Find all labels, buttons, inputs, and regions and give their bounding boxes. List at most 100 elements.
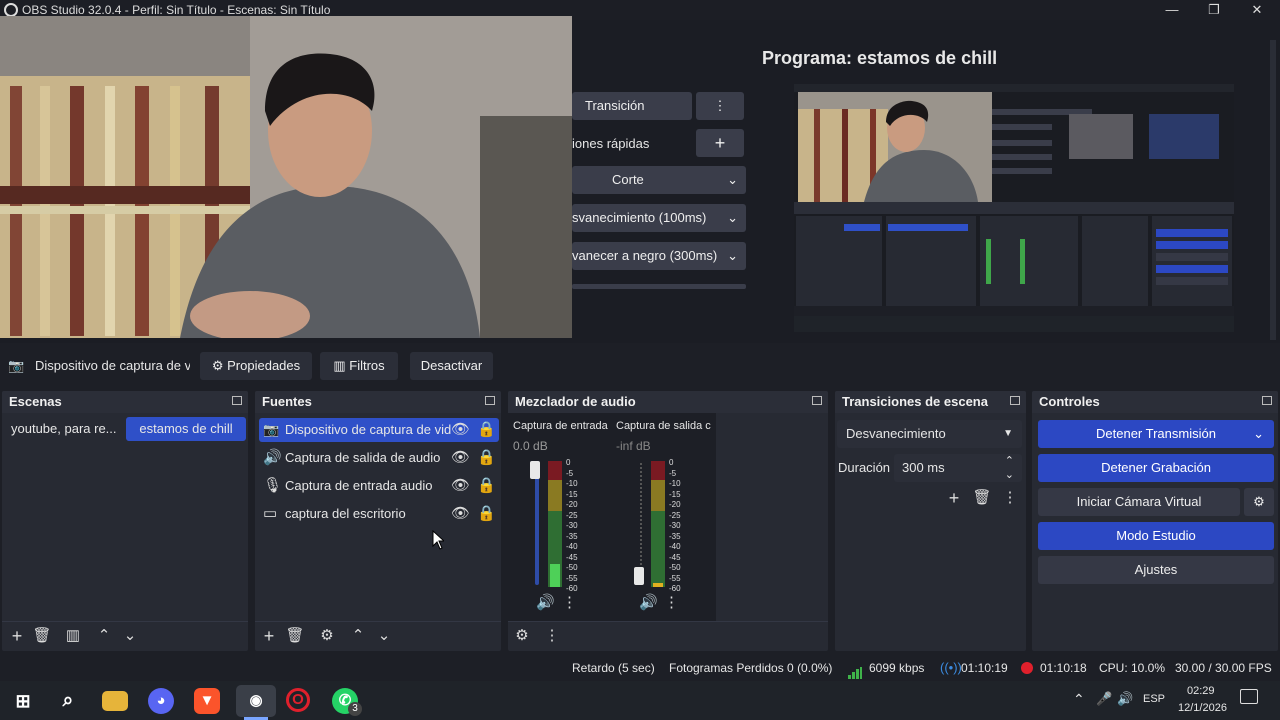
meter-tick-label: -20	[566, 500, 578, 509]
speaker-icon[interactable]: 🔊	[536, 593, 555, 613]
move-up-icon[interactable]: ⌃	[348, 626, 368, 646]
meter-tick-label: -10	[669, 479, 681, 488]
gear-icon[interactable]: ⚙	[317, 626, 337, 646]
stop-recording-button[interactable]: Detener Grabación	[1038, 454, 1274, 482]
undock-icon[interactable]	[1262, 396, 1272, 405]
transition-button[interactable]: Transición	[572, 92, 692, 120]
transition-select[interactable]: Desvanecimiento ▼	[837, 420, 1022, 448]
kebab-menu-icon[interactable]: ⋮	[562, 593, 577, 613]
kebab-menu-icon[interactable]: ⋮	[1000, 488, 1020, 508]
chevron-down-icon[interactable]: ⌄	[1253, 420, 1264, 448]
duration-spinbox[interactable]: 300 ms ⌃ ⌄	[894, 454, 1022, 482]
add-icon[interactable]: +	[7, 626, 27, 646]
move-down-icon[interactable]: ⌄	[374, 626, 394, 646]
panel-scroll-bar[interactable]	[572, 284, 746, 289]
properties-button[interactable]: ⚙ Propiedades	[200, 352, 312, 380]
tray-microphone-icon[interactable]: 🎤	[1096, 691, 1112, 707]
studio-mode-button[interactable]: Modo Estudio	[1038, 522, 1274, 550]
lock-icon[interactable]: 🔒	[477, 504, 496, 524]
windows-start-icon[interactable]: ⊞	[10, 688, 36, 714]
dropdown-arrow-icon: ▼	[1003, 428, 1013, 439]
stop-stream-button[interactable]: Detener Transmisión ⌄	[1038, 420, 1274, 448]
source-item[interactable]: 🔊 Captura de salida de audio 👁 🔒	[259, 447, 499, 469]
eye-icon[interactable]: 👁	[451, 476, 470, 496]
opera-icon[interactable]: O	[286, 688, 310, 712]
virtual-camera-settings-button[interactable]: ⚙	[1244, 488, 1274, 516]
brave-icon[interactable]: ▼	[194, 688, 220, 714]
scene-item[interactable]: youtube, para re...	[7, 418, 122, 440]
lock-icon[interactable]: 🔒	[477, 448, 496, 468]
add-icon[interactable]: +	[259, 626, 279, 646]
move-down-icon[interactable]: ⌄	[120, 626, 140, 646]
discord-icon[interactable]: ◕	[148, 688, 174, 714]
eye-icon[interactable]: 👁	[451, 504, 470, 524]
quick-transition-fade[interactable]: svanecimiento (100ms) ⌄	[572, 204, 746, 232]
program-scrollbar[interactable]	[1270, 40, 1276, 340]
quick-transition-fade-black[interactable]: vanecer a negro (300ms) ⌄	[572, 242, 746, 270]
lock-icon[interactable]: 🔒	[477, 420, 496, 440]
obs-taskbar-icon[interactable]: ◉	[236, 685, 276, 717]
meter-tick-label: -15	[669, 489, 681, 499]
clock-date[interactable]: 12/1/2026	[1178, 702, 1227, 714]
tray-volume-icon[interactable]: 🔊	[1117, 691, 1133, 707]
duration-value: 300 ms	[902, 460, 945, 475]
search-icon[interactable]: ⌕	[55, 688, 81, 714]
add-icon[interactable]: +	[944, 488, 964, 508]
undock-icon[interactable]	[232, 396, 242, 405]
volume-slider-handle[interactable]	[634, 567, 644, 585]
meter-tick-label: -40	[669, 542, 681, 551]
clock-time[interactable]: 02:29	[1187, 685, 1215, 697]
trash-icon[interactable]: 🗑	[972, 488, 992, 508]
microphone-icon: 🎙	[263, 477, 283, 494]
quick-transition-cut[interactable]: Corte ⌄	[572, 166, 746, 194]
undock-icon[interactable]	[1010, 396, 1020, 405]
delay-status: Retardo (5 sec)	[572, 661, 655, 675]
volume-slider-track[interactable]	[535, 463, 539, 585]
trash-icon[interactable]: 🗑	[285, 626, 305, 646]
filters-button[interactable]: ▥ Filtros	[320, 352, 398, 380]
meter-tick-label: -40	[566, 542, 578, 551]
chevron-down-icon[interactable]: ⌄	[1005, 461, 1014, 489]
trash-icon[interactable]: 🗑	[32, 626, 52, 646]
language-indicator[interactable]: ESP	[1143, 693, 1165, 705]
stream-time: 01:10:19	[961, 661, 1008, 675]
tray-chevron-up-icon[interactable]: ⌃	[1073, 691, 1085, 708]
move-up-icon[interactable]: ⌃	[94, 626, 114, 646]
kebab-menu-icon[interactable]: ⋮	[542, 626, 562, 646]
meter-tick-label: -55	[669, 573, 681, 583]
scenes-header: Escenas	[2, 391, 248, 413]
add-quick-transition-button[interactable]: +	[696, 129, 744, 157]
scene-filters-icon[interactable]: ▥	[63, 626, 83, 646]
undock-icon[interactable]	[485, 396, 495, 405]
obs-logo-icon	[4, 3, 18, 17]
source-item[interactable]: ▭ captura del escritorio 👁 🔒	[259, 503, 499, 525]
meter-segment	[548, 461, 562, 480]
meter-tick-label: -35	[669, 531, 681, 541]
volume-slider-handle[interactable]	[530, 461, 540, 479]
source-item-selected[interactable]: 📷 Dispositivo de captura de vid 👁 🔒	[259, 418, 499, 442]
fps-status: 30.00 / 30.00 FPS	[1175, 661, 1272, 675]
speaker-icon[interactable]: 🔊	[639, 593, 658, 613]
close-icon[interactable]: ✕	[1245, 0, 1269, 20]
eye-icon[interactable]: 👁	[451, 448, 470, 468]
notifications-icon[interactable]	[1240, 689, 1258, 704]
undock-icon[interactable]	[812, 396, 822, 405]
restore-icon[interactable]: ❐	[1202, 0, 1226, 20]
file-explorer-icon[interactable]	[102, 691, 128, 711]
source-toolbar: 📷 Dispositivo de captura de v ⚙ Propieda…	[0, 348, 1280, 384]
kebab-menu-icon[interactable]: ⋮	[664, 593, 679, 613]
program-preview	[794, 84, 1234, 332]
transition-menu-button[interactable]: ⋮	[696, 92, 744, 120]
lock-icon[interactable]: 🔒	[477, 476, 496, 496]
settings-button[interactable]: Ajustes	[1038, 556, 1274, 584]
scene-item-selected[interactable]: estamos de chill	[126, 417, 246, 441]
start-virtual-camera-button[interactable]: Iniciar Cámara Virtual	[1038, 488, 1240, 516]
stop-recording-label: Detener Grabación	[1101, 460, 1211, 475]
camera-preview	[0, 16, 572, 338]
minimize-icon[interactable]: —	[1160, 0, 1184, 20]
meter-tick-label: -5	[669, 468, 677, 478]
deactivate-button[interactable]: Desactivar	[410, 352, 493, 380]
source-item[interactable]: 🎙 Captura de entrada audio 👁 🔒	[259, 475, 499, 497]
eye-icon[interactable]: 👁	[451, 420, 470, 440]
advanced-audio-icon[interactable]: ⚙	[512, 626, 532, 646]
